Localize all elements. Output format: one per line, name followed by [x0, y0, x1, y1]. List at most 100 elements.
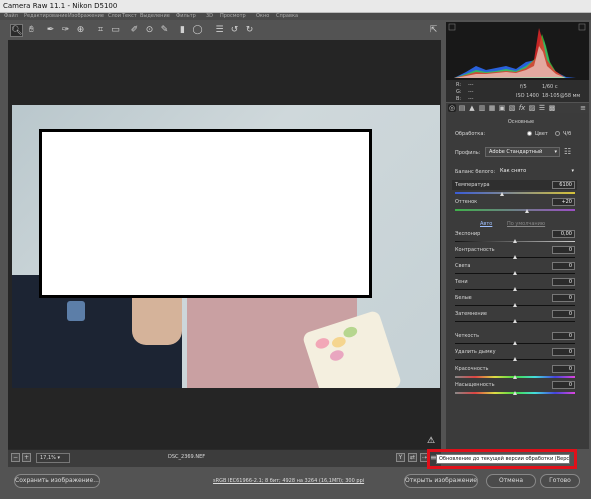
slider-knob[interactable] [513, 375, 517, 379]
detail-tab-icon[interactable]: ▲ [468, 104, 476, 112]
tint-slider-track[interactable] [455, 209, 575, 211]
rotate-ccw-icon[interactable]: ↺ [228, 24, 241, 37]
slider-label: Насыщенность [455, 382, 495, 388]
slider-value: 0 [568, 366, 572, 372]
slider-input[interactable]: 0 [552, 310, 575, 318]
hsl-tab-icon[interactable]: ▥ [478, 104, 486, 112]
slider-input[interactable]: 0 [552, 246, 575, 254]
slider-label: Света [455, 263, 471, 269]
slider-input[interactable]: 0,00 [552, 230, 575, 238]
red-eye-icon[interactable]: ⊙ [143, 24, 156, 37]
profile-select[interactable]: Adobe Стандартный ▾ [485, 147, 560, 157]
graduated-filter-icon[interactable]: ▮ [176, 24, 189, 37]
menu-item-3d[interactable]: 3D [206, 13, 213, 19]
spot-removal-icon[interactable]: ✐ [128, 24, 141, 37]
r-value: --- [468, 82, 474, 88]
warning-icon[interactable]: ⚠ [426, 436, 436, 446]
menu-item-edit[interactable]: Редактирование [24, 13, 68, 19]
panel-tab-bar: ◎ ▤ ▲ ▥ ▦ ▣ ▧ fx ▨ ☰ ▩ ≡ [446, 103, 589, 113]
temperature-input[interactable]: 6100 [552, 181, 575, 189]
zoom-level-select[interactable]: 17,1% ▾ [36, 453, 70, 463]
tint-input[interactable]: +20 [552, 198, 575, 206]
open-image-button[interactable]: Открыть изображение [404, 474, 478, 488]
before-after-y-button[interactable]: Y [396, 453, 405, 462]
menu-item-file[interactable]: Файл [4, 13, 18, 19]
menu-item-text[interactable]: Текст [122, 13, 137, 19]
slider-knob[interactable] [513, 357, 517, 361]
lens-value: 18-105@58 мм [542, 93, 581, 99]
slider-input[interactable]: 0 [552, 332, 575, 340]
color-sampler-icon[interactable]: ✑ [59, 24, 72, 37]
lens-corrections-tab-icon[interactable]: ▣ [498, 104, 506, 112]
b-label: B: [456, 96, 462, 102]
auto-link[interactable]: Авто [480, 221, 492, 227]
zoom-icon[interactable]: 🔍︎ [10, 24, 23, 37]
fullscreen-icon[interactable]: ⇱ [427, 24, 440, 37]
temperature-slider-knob[interactable] [500, 192, 504, 196]
white-balance-select[interactable]: Как снято ▾ [500, 167, 576, 176]
slider-input[interactable]: 0 [552, 381, 575, 389]
tint-slider-knob[interactable] [525, 209, 529, 213]
temperature-label: Температура [455, 182, 490, 188]
zoom-level-value: 17,1% [40, 455, 56, 461]
tint-label: Оттенок [455, 199, 478, 205]
zoom-in-button[interactable]: + [22, 453, 31, 462]
slider-knob[interactable] [513, 239, 517, 243]
slider-knob[interactable] [513, 255, 517, 259]
white-balance-icon[interactable]: ✒ [44, 24, 57, 37]
bw-radio[interactable] [555, 131, 560, 136]
menu-item-help[interactable]: Справка [276, 13, 298, 19]
slider-knob[interactable] [513, 391, 517, 395]
rotate-cw-icon[interactable]: ↻ [243, 24, 256, 37]
slider-input[interactable]: 0 [552, 278, 575, 286]
straighten-icon[interactable]: ▭ [109, 24, 122, 37]
highlight-clipping-icon [578, 23, 586, 31]
basic-tab-icon[interactable]: ◎ [448, 104, 456, 112]
menu-item-select[interactable]: Выделение [140, 13, 170, 19]
presets-tab-icon[interactable]: ☰ [538, 104, 546, 112]
save-image-button[interactable]: Сохранить изображение... [14, 474, 100, 488]
preferences-icon[interactable]: ☰ [213, 24, 226, 37]
menu-bar: Файл Редактирование Изображение Слои Тек… [0, 13, 591, 20]
radial-filter-icon[interactable]: ◯ [191, 24, 204, 37]
targeted-adjustment-icon[interactable]: ⊕ [74, 24, 87, 37]
slider-knob[interactable] [513, 319, 517, 323]
slider-input[interactable]: 0 [552, 365, 575, 373]
menu-item-layers[interactable]: Слои [108, 13, 121, 19]
slider-knob[interactable] [513, 341, 517, 345]
menu-item-window[interactable]: Окно [256, 13, 269, 19]
camera-calibration-tab-icon[interactable]: ▨ [528, 104, 536, 112]
crop-icon[interactable]: ⌗ [94, 24, 107, 37]
zoom-out-button[interactable]: − [11, 453, 20, 462]
slider-knob[interactable] [513, 287, 517, 291]
effects-tab-icon[interactable]: fx [518, 104, 526, 112]
cancel-button[interactable]: Отмена [486, 474, 536, 488]
temperature-slider-track[interactable] [455, 192, 575, 194]
treatment-label: Обработка: [455, 131, 486, 137]
snapshots-tab-icon[interactable]: ▩ [548, 104, 556, 112]
tone-curve-tab-icon[interactable]: ▤ [458, 104, 466, 112]
slider-knob[interactable] [513, 271, 517, 275]
done-button[interactable]: Готово [540, 474, 580, 488]
aperture-value: f/5 [520, 84, 527, 90]
transform-tab-icon[interactable]: ▧ [508, 104, 516, 112]
default-link[interactable]: По умолчанию [507, 221, 545, 227]
profile-browser-icon[interactable]: ☷ [564, 147, 575, 157]
menu-item-view[interactable]: Просмотр [220, 13, 246, 19]
slider-knob[interactable] [513, 303, 517, 307]
adjustment-brush-icon[interactable]: ✎ [158, 24, 171, 37]
temperature-value: 6100 [559, 182, 572, 188]
menu-item-image[interactable]: Изображение [68, 13, 104, 19]
split-toning-tab-icon[interactable]: ▦ [488, 104, 496, 112]
slider-input[interactable]: 0 [552, 262, 575, 270]
color-radio[interactable] [527, 131, 532, 136]
bw-radio-label: Ч/б [563, 131, 572, 137]
workflow-options-link[interactable]: sRGB IEC61966-2.1; 8 бит; 4928 на 3264 (… [213, 478, 364, 484]
menu-item-filter[interactable]: Фильтр [176, 13, 196, 19]
slider-input[interactable]: 0 [552, 348, 575, 356]
before-after-swap-button[interactable]: ⇄ [408, 453, 417, 462]
hand-icon[interactable]: ✋︎ [25, 24, 38, 37]
slider-input[interactable]: 0 [552, 294, 575, 302]
profile-value: Adobe Стандартный [489, 149, 543, 155]
panel-menu-icon[interactable]: ≡ [579, 104, 587, 112]
